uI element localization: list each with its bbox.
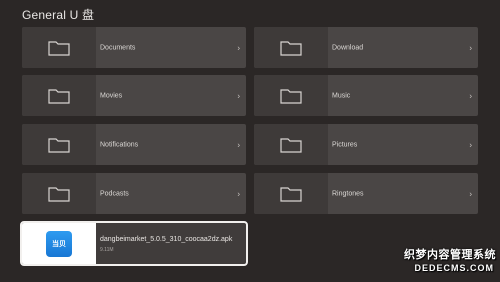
folder-documents[interactable]: Documents › <box>22 27 246 68</box>
folder-label: Documents <box>100 44 136 51</box>
folder-download[interactable]: Download › <box>254 27 478 68</box>
file-grid: Documents › Download › Movies › Music › … <box>0 0 500 282</box>
chevron-right-icon: › <box>237 43 240 52</box>
folder-label: Movies <box>100 92 123 99</box>
folder-icon <box>254 75 328 116</box>
folder-label: Music <box>332 92 351 99</box>
file-name: dangbeimarket_5.0.5_310_coocaa2dz.apk <box>100 236 233 243</box>
chevron-right-icon: › <box>469 140 472 149</box>
folder-label: Pictures <box>332 141 358 148</box>
file-size: 9.11M <box>100 247 114 253</box>
folder-icon <box>254 124 328 165</box>
folder-pictures[interactable]: Pictures › <box>254 124 478 165</box>
apk-file-item[interactable]: 当贝 dangbeimarket_5.0.5_310_coocaa2dz.apk… <box>20 221 248 266</box>
folder-icon <box>22 75 96 116</box>
folder-icon <box>254 173 328 214</box>
folder-label: Notifications <box>100 141 139 148</box>
chevron-right-icon: › <box>237 91 240 100</box>
folder-label: Download <box>332 44 364 51</box>
folder-label: Ringtones <box>332 190 364 197</box>
dangbei-app-icon: 当贝 <box>46 230 72 257</box>
chevron-right-icon: › <box>469 43 472 52</box>
folder-icon <box>22 27 96 68</box>
folder-icon <box>22 173 96 214</box>
chevron-right-icon: › <box>469 91 472 100</box>
watermark-domain: DEDECMS.COM <box>414 263 494 273</box>
chevron-right-icon: › <box>237 140 240 149</box>
folder-ringtones[interactable]: Ringtones › <box>254 173 478 214</box>
folder-podcasts[interactable]: Podcasts › <box>22 173 246 214</box>
apk-thumbnail: 当贝 <box>22 223 96 264</box>
folder-notifications[interactable]: Notifications › <box>22 124 246 165</box>
folder-music[interactable]: Music › <box>254 75 478 116</box>
folder-movies[interactable]: Movies › <box>22 75 246 116</box>
watermark-text: 织梦内容管理系统 <box>404 249 496 261</box>
chevron-right-icon: › <box>237 189 240 198</box>
chevron-right-icon: › <box>469 189 472 198</box>
folder-icon <box>22 124 96 165</box>
folder-icon <box>254 27 328 68</box>
folder-label: Podcasts <box>100 190 129 197</box>
